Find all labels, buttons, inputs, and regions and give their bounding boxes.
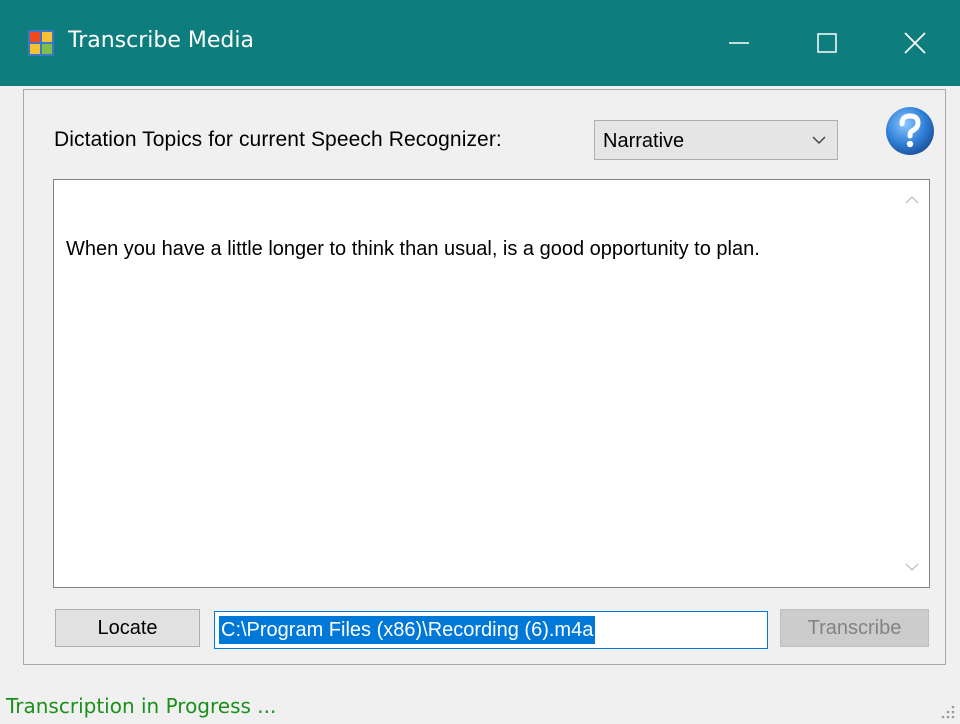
- maximize-icon: [817, 33, 837, 53]
- title-bar: Transcribe Media: [0, 0, 960, 86]
- window-title: Transcribe Media: [68, 28, 254, 53]
- file-path-selected-text: C:\Program Files (x86)\Recording (6).m4a: [219, 616, 596, 644]
- vertical-scrollbar[interactable]: [895, 180, 929, 587]
- minimize-icon: [729, 42, 749, 44]
- transcript-text: When you have a little longer to think t…: [66, 238, 760, 260]
- dictation-topic-select[interactable]: Narrative: [594, 120, 838, 160]
- file-path-input[interactable]: C:\Program Files (x86)\Recording (6).m4a: [214, 611, 768, 649]
- transcript-textarea[interactable]: When you have a little longer to think t…: [53, 179, 930, 588]
- dictation-topics-label: Dictation Topics for current Speech Reco…: [54, 128, 502, 151]
- app-window-icon: [28, 30, 54, 56]
- chevron-up-icon: [905, 196, 919, 204]
- scroll-up-button[interactable]: [895, 180, 929, 220]
- locate-button[interactable]: Locate: [55, 609, 200, 647]
- status-text: Transcription in Progress ...: [6, 694, 277, 718]
- scroll-down-button[interactable]: [895, 547, 929, 587]
- close-button[interactable]: [871, 0, 959, 86]
- chevron-down-icon: [905, 563, 919, 571]
- transcribe-button[interactable]: Transcribe: [780, 609, 929, 647]
- minimize-button[interactable]: [695, 0, 783, 86]
- help-icon[interactable]: [884, 105, 936, 157]
- resize-grip-icon[interactable]: [938, 702, 956, 720]
- chevron-down-icon: [812, 136, 826, 145]
- dictation-topic-selected-value: Narrative: [603, 130, 685, 152]
- close-icon: [904, 32, 926, 54]
- maximize-button[interactable]: [783, 0, 871, 86]
